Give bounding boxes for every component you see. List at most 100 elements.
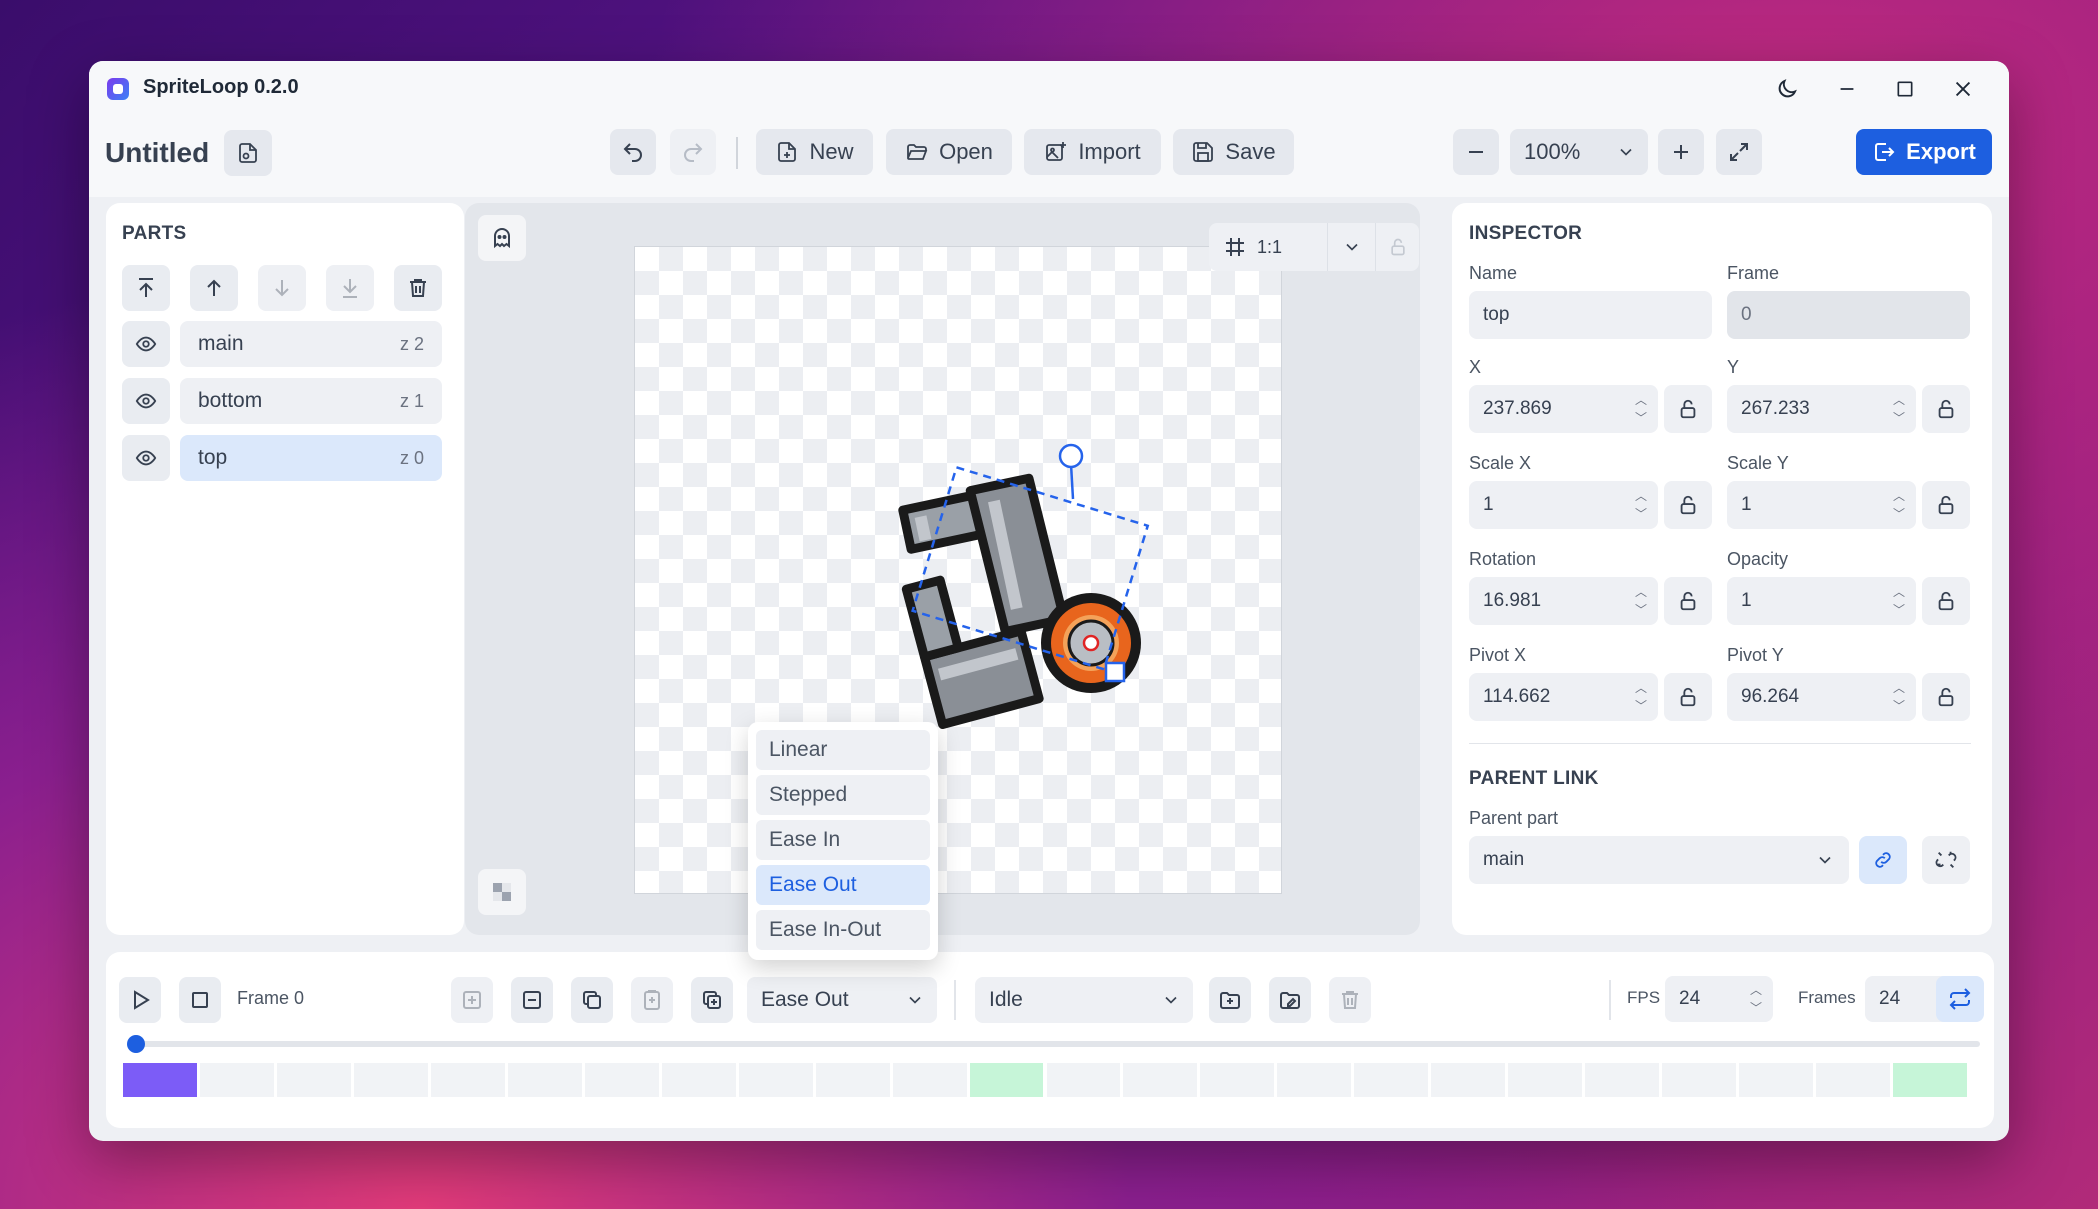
visibility-toggle[interactable]	[122, 378, 170, 424]
easing-option-ease-in-out[interactable]: Ease In-Out	[756, 910, 930, 950]
scale-x-lock-button[interactable]	[1664, 481, 1712, 529]
easing-select[interactable]: Ease Out	[747, 977, 937, 1023]
loop-toggle[interactable]	[1936, 976, 1984, 1022]
frame-cell[interactable]	[738, 1063, 813, 1097]
zoom-out-button[interactable]	[1453, 129, 1499, 175]
pivot-x-stepper[interactable]: ︿ ﹀	[1624, 673, 1658, 721]
copy-keyframe-button[interactable]	[571, 977, 613, 1023]
opacity-stepper[interactable]: ︿ ﹀	[1882, 577, 1916, 625]
part-name[interactable]: bottom z 1	[180, 378, 442, 424]
x-input[interactable]: 237.869 ︿ ﹀	[1469, 385, 1658, 433]
new-button[interactable]: New	[756, 129, 873, 175]
y-input[interactable]: 267.233 ︿ ﹀	[1727, 385, 1916, 433]
pivot-x-input[interactable]: 114.662 ︿ ﹀	[1469, 673, 1658, 721]
aspect-ratio-select[interactable]: 1:1	[1209, 223, 1327, 271]
stop-button[interactable]	[179, 977, 221, 1023]
rename-document-button[interactable]	[224, 130, 272, 176]
frame-cell[interactable]	[199, 1063, 274, 1097]
x-lock-button[interactable]	[1664, 385, 1712, 433]
frame-cell[interactable]	[1277, 1063, 1352, 1097]
import-button[interactable]: Import	[1024, 129, 1161, 175]
checkerboard-toggle[interactable]	[478, 869, 526, 915]
visibility-toggle[interactable]	[122, 321, 170, 367]
scrubber-track[interactable]	[136, 1041, 1980, 1047]
easing-option-ease-out[interactable]: Ease Out	[756, 865, 930, 905]
move-up-button[interactable]	[190, 265, 238, 311]
easing-option-linear[interactable]: Linear	[756, 730, 930, 770]
scale-y-input[interactable]: 1 ︿ ﹀	[1727, 481, 1916, 529]
aspect-lock-button[interactable]	[1375, 223, 1419, 271]
part-row-top[interactable]: top z 0	[122, 435, 442, 481]
minimize-icon[interactable]	[1831, 73, 1863, 105]
frame-cell[interactable]	[1816, 1063, 1891, 1097]
close-icon[interactable]	[1947, 73, 1979, 105]
fps-input[interactable]: 24 ︿ ﹀	[1665, 976, 1773, 1022]
duplicate-keyframe-button[interactable]	[691, 977, 733, 1023]
save-button[interactable]: Save	[1173, 129, 1294, 175]
part-name[interactable]: top z 0	[180, 435, 442, 481]
rotation-lock-button[interactable]	[1664, 577, 1712, 625]
onion-skin-button[interactable]	[478, 215, 526, 261]
add-keyframe-button[interactable]	[451, 977, 493, 1023]
scale-y-lock-button[interactable]	[1922, 481, 1970, 529]
new-animation-button[interactable]	[1209, 977, 1251, 1023]
part-name[interactable]: main z 2	[180, 321, 442, 367]
frame-cell[interactable]	[892, 1063, 967, 1097]
rotation-input[interactable]: 16.981 ︿ ﹀	[1469, 577, 1658, 625]
remove-keyframe-button[interactable]	[511, 977, 553, 1023]
redo-button[interactable]	[670, 129, 716, 175]
y-lock-button[interactable]	[1922, 385, 1970, 433]
fit-view-button[interactable]	[1716, 129, 1762, 175]
visibility-toggle[interactable]	[122, 435, 170, 481]
frame-cell[interactable]	[1200, 1063, 1275, 1097]
opacity-input[interactable]: 1 ︿ ﹀	[1727, 577, 1916, 625]
zoom-select[interactable]: 100%	[1510, 129, 1648, 175]
move-down-button[interactable]	[258, 265, 306, 311]
move-to-top-button[interactable]	[122, 265, 170, 311]
frame-cell[interactable]	[1431, 1063, 1506, 1097]
frame-cell[interactable]	[1354, 1063, 1429, 1097]
frame-cell[interactable]	[1585, 1063, 1660, 1097]
name-input[interactable]: top	[1469, 291, 1712, 339]
pivot-y-lock-button[interactable]	[1922, 673, 1970, 721]
rotation-stepper[interactable]: ︿ ﹀	[1624, 577, 1658, 625]
undo-button[interactable]	[610, 129, 656, 175]
easing-option-stepped[interactable]: Stepped	[756, 775, 930, 815]
move-to-bottom-button[interactable]	[326, 265, 374, 311]
scrubber-handle[interactable]	[127, 1035, 145, 1053]
frame-cell[interactable]	[353, 1063, 428, 1097]
frame-cell[interactable]	[584, 1063, 659, 1097]
unlink-parent-button[interactable]	[1922, 836, 1970, 884]
animation-select[interactable]: Idle	[975, 977, 1193, 1023]
parent-part-select[interactable]: main	[1469, 836, 1849, 884]
frame-cell[interactable]	[276, 1063, 351, 1097]
frame-cell[interactable]	[815, 1063, 890, 1097]
part-row-bottom[interactable]: bottom z 1	[122, 378, 442, 424]
link-parent-button[interactable]	[1859, 836, 1907, 884]
frame-cell[interactable]	[1123, 1063, 1198, 1097]
part-row-main[interactable]: main z 2	[122, 321, 442, 367]
opacity-lock-button[interactable]	[1922, 577, 1970, 625]
scale-x-stepper[interactable]: ︿ ﹀	[1624, 481, 1658, 529]
frame-cell[interactable]	[1739, 1063, 1814, 1097]
fps-stepper[interactable]: ︿ ﹀	[1739, 976, 1773, 1022]
pivot-x-lock-button[interactable]	[1664, 673, 1712, 721]
scale-x-input[interactable]: 1 ︿ ﹀	[1469, 481, 1658, 529]
zoom-in-button[interactable]	[1658, 129, 1704, 175]
play-button[interactable]	[119, 977, 161, 1023]
open-button[interactable]: Open	[886, 129, 1012, 175]
delete-animation-button[interactable]	[1329, 977, 1371, 1023]
frame-cell[interactable]	[661, 1063, 736, 1097]
dark-mode-icon[interactable]	[1771, 73, 1803, 105]
frame-cell[interactable]	[969, 1063, 1044, 1097]
frame-cell[interactable]	[430, 1063, 505, 1097]
export-button[interactable]: Export	[1856, 129, 1992, 175]
scale-y-stepper[interactable]: ︿ ﹀	[1882, 481, 1916, 529]
frame-cell[interactable]	[1046, 1063, 1121, 1097]
rename-animation-button[interactable]	[1269, 977, 1311, 1023]
delete-part-button[interactable]	[394, 265, 442, 311]
frame-cell[interactable]	[507, 1063, 582, 1097]
easing-option-ease-in[interactable]: Ease In	[756, 820, 930, 860]
frame-cell[interactable]	[123, 1063, 197, 1097]
frame-cell[interactable]	[1662, 1063, 1737, 1097]
